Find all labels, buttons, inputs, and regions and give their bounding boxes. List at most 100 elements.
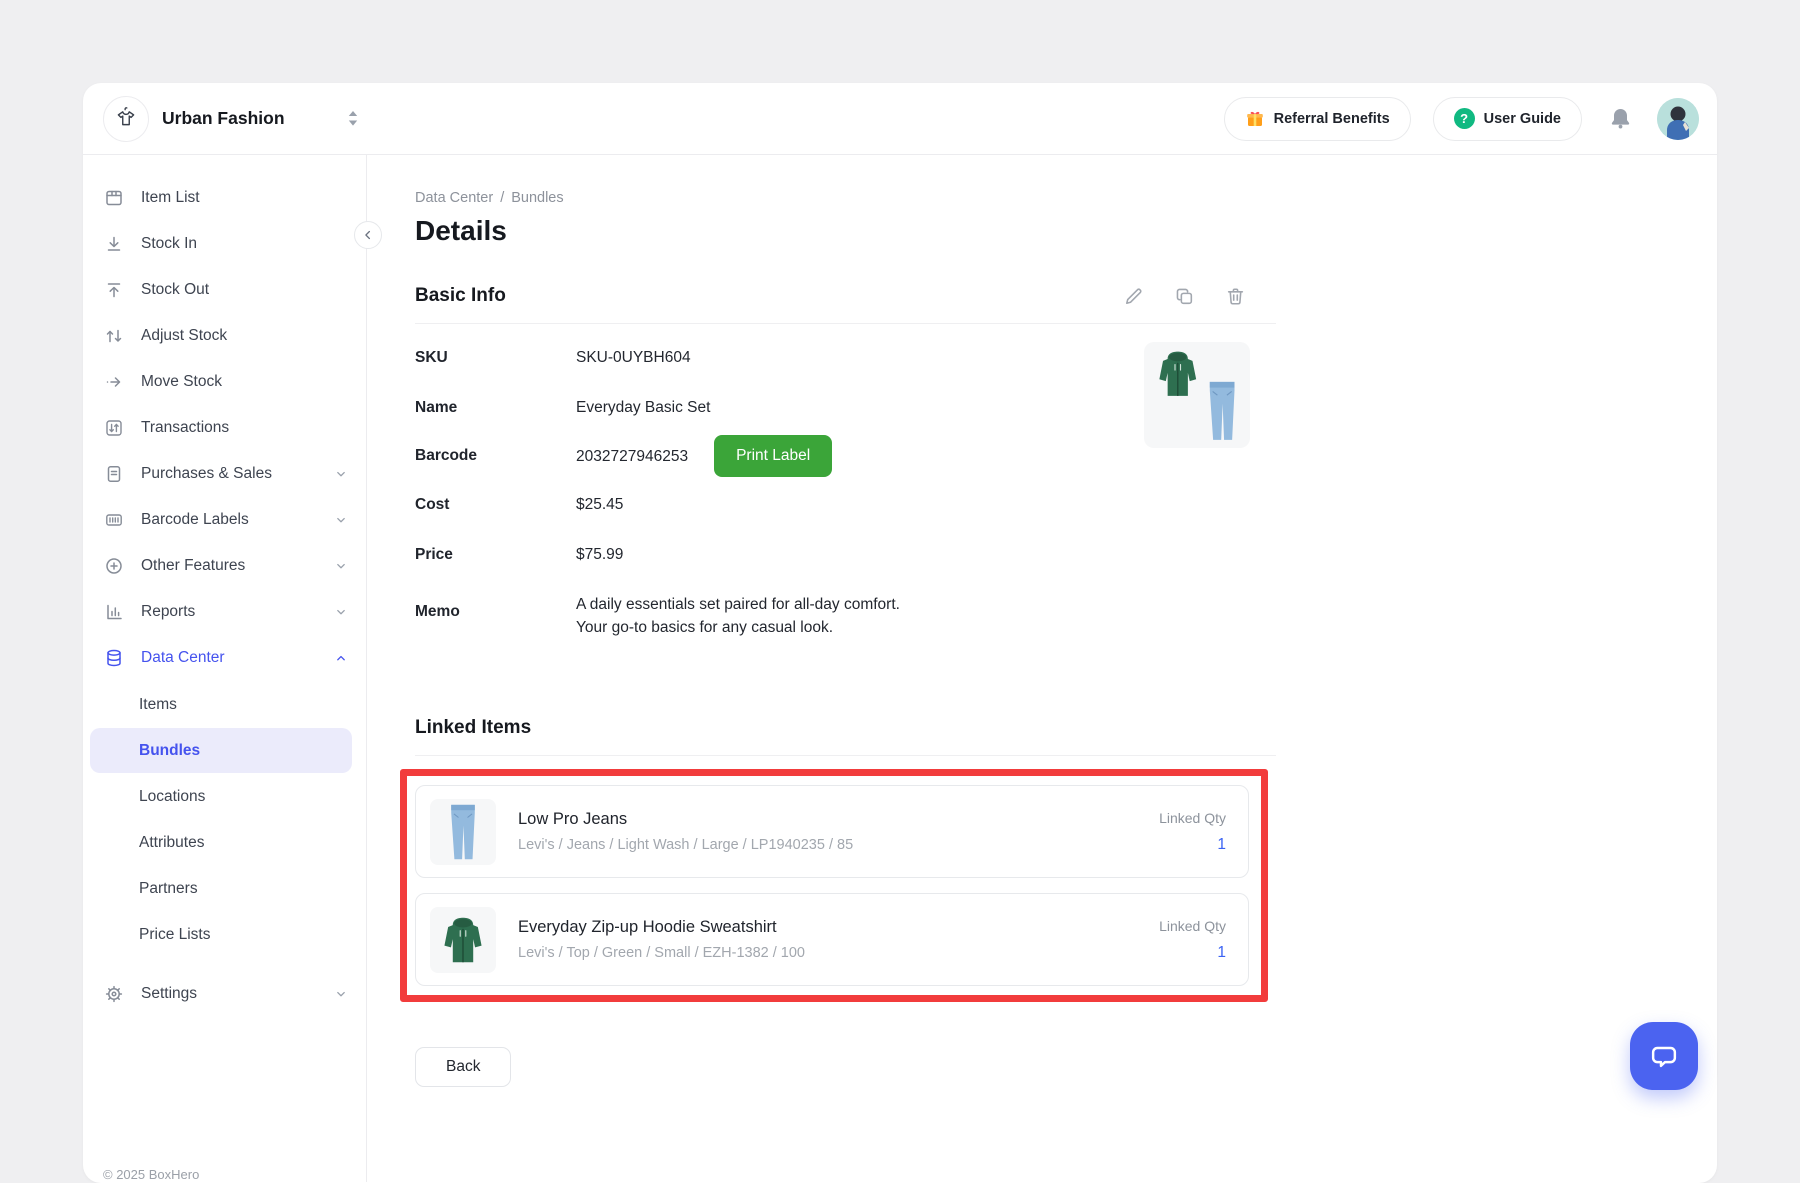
sidebar-item-item-list[interactable]: Item List bbox=[83, 175, 366, 221]
sidebar: Item List Stock In Stock Out Adjust Stoc… bbox=[83, 155, 367, 1182]
gift-icon bbox=[1245, 109, 1265, 129]
chat-launcher-button[interactable] bbox=[1630, 1022, 1698, 1090]
sidebar-item-adjust-stock[interactable]: Adjust Stock bbox=[83, 313, 366, 359]
print-label-button[interactable]: Print Label bbox=[714, 435, 832, 477]
linked-item-row[interactable]: Everyday Zip-up Hoodie Sweatshirt Levi's… bbox=[415, 893, 1249, 986]
sidebar-item-label: Move Stock bbox=[141, 373, 222, 391]
sidebar-item-label: Item List bbox=[141, 189, 200, 207]
sidebar-subitem-locations[interactable]: Locations bbox=[90, 774, 352, 819]
sidebar-item-purchases-sales[interactable]: Purchases & Sales bbox=[83, 451, 366, 497]
sidebar-collapse-button[interactable] bbox=[354, 221, 382, 249]
user-guide-label: User Guide bbox=[1484, 111, 1561, 127]
sidebar-subitem-label: Bundles bbox=[139, 742, 200, 760]
breadcrumb-data-center[interactable]: Data Center bbox=[415, 190, 493, 206]
sidebar-item-barcode-labels[interactable]: Barcode Labels bbox=[83, 497, 366, 543]
section-divider bbox=[415, 755, 1276, 756]
chevron-down-icon bbox=[333, 986, 349, 1002]
arrow-up-from-line-icon bbox=[104, 280, 124, 300]
sidebar-subitem-price-lists[interactable]: Price Lists bbox=[90, 912, 352, 957]
chevron-down-icon bbox=[333, 466, 349, 482]
linked-qty-value: 1 bbox=[1159, 944, 1226, 962]
sidebar-item-reports[interactable]: Reports bbox=[83, 589, 366, 635]
sidebar-subitem-bundles[interactable]: Bundles bbox=[90, 728, 352, 773]
chat-bubble-icon bbox=[1647, 1039, 1681, 1073]
main-content: Data Center / Bundles Details Basic Info bbox=[367, 155, 1276, 1182]
memo-line-2: Your go-to basics for any casual look. bbox=[576, 619, 833, 636]
topbar: Urban Fashion Referral Benefi bbox=[83, 83, 1717, 155]
bar-chart-icon bbox=[104, 602, 124, 622]
sidebar-item-label: Settings bbox=[141, 985, 197, 1003]
sidebar-subitem-items[interactable]: Items bbox=[90, 682, 352, 727]
avatar[interactable] bbox=[1657, 98, 1699, 140]
chevron-down-icon bbox=[333, 558, 349, 574]
sku-label: SKU bbox=[415, 349, 576, 367]
plus-circle-icon bbox=[104, 556, 124, 576]
user-guide-button[interactable]: ? User Guide bbox=[1433, 97, 1582, 141]
sidebar-subitem-label: Price Lists bbox=[139, 926, 211, 944]
workspace-switcher[interactable]: Urban Fashion bbox=[103, 96, 359, 142]
edit-pencil-icon[interactable] bbox=[1123, 286, 1144, 307]
topbar-actions: Referral Benefits ? User Guide bbox=[1224, 97, 1699, 141]
cost-value: $25.45 bbox=[576, 493, 623, 516]
referral-benefits-label: Referral Benefits bbox=[1274, 111, 1390, 127]
linked-item-attributes: Levi's / Jeans / Light Wash / Large / LP… bbox=[518, 837, 853, 853]
sidebar-item-label: Other Features bbox=[141, 557, 245, 575]
workspace-name: Urban Fashion bbox=[162, 108, 285, 129]
barcode-label: Barcode bbox=[415, 447, 576, 465]
referral-benefits-button[interactable]: Referral Benefits bbox=[1224, 97, 1411, 141]
linked-qty-value: 1 bbox=[1159, 836, 1226, 854]
linked-item-row[interactable]: Low Pro Jeans Levi's / Jeans / Light Was… bbox=[415, 785, 1249, 878]
workspace-switch-arrows-icon bbox=[347, 110, 359, 127]
sidebar-item-other-features[interactable]: Other Features bbox=[83, 543, 366, 589]
sidebar-item-stock-in[interactable]: Stock In bbox=[83, 221, 366, 267]
barcode-icon bbox=[104, 510, 124, 530]
hoodie-product-image bbox=[430, 907, 496, 973]
arrows-up-down-icon bbox=[104, 326, 124, 346]
price-label: Price bbox=[415, 546, 576, 564]
delete-trash-icon[interactable] bbox=[1225, 286, 1246, 307]
sidebar-subitem-partners[interactable]: Partners bbox=[90, 866, 352, 911]
sidebar-item-data-center[interactable]: Data Center bbox=[83, 635, 366, 681]
linked-qty-label: Linked Qty bbox=[1159, 918, 1226, 934]
sidebar-item-settings[interactable]: Settings bbox=[83, 971, 366, 1017]
notifications-bell-icon[interactable] bbox=[1608, 106, 1633, 131]
box-icon bbox=[104, 188, 124, 208]
linked-qty-label: Linked Qty bbox=[1159, 810, 1226, 826]
memo-line-1: A daily essentials set paired for all-da… bbox=[576, 596, 900, 613]
workspace-logo-icon bbox=[103, 96, 149, 142]
chevron-up-icon bbox=[333, 650, 349, 666]
linked-items-heading: Linked Items bbox=[415, 717, 531, 739]
copyright-text: © 2025 BoxHero bbox=[103, 1167, 199, 1182]
linked-item-name: Low Pro Jeans bbox=[518, 810, 853, 829]
memo-value: A daily essentials set paired for all-da… bbox=[576, 593, 900, 639]
arrow-down-to-line-icon bbox=[104, 234, 124, 254]
sidebar-item-label: Reports bbox=[141, 603, 195, 621]
cost-label: Cost bbox=[415, 496, 576, 514]
sidebar-subitem-attributes[interactable]: Attributes bbox=[90, 820, 352, 865]
back-button[interactable]: Back bbox=[415, 1047, 511, 1087]
sidebar-item-move-stock[interactable]: Move Stock bbox=[83, 359, 366, 405]
duplicate-copy-icon[interactable] bbox=[1174, 286, 1195, 307]
transactions-icon bbox=[104, 418, 124, 438]
price-value: $75.99 bbox=[576, 543, 623, 566]
sidebar-item-transactions[interactable]: Transactions bbox=[83, 405, 366, 451]
memo-label: Memo bbox=[415, 593, 576, 621]
sidebar-item-label: Purchases & Sales bbox=[141, 465, 272, 483]
sidebar-subitem-label: Locations bbox=[139, 788, 205, 806]
barcode-value: 2032727946253 bbox=[576, 445, 688, 468]
sidebar-item-stock-out[interactable]: Stock Out bbox=[83, 267, 366, 313]
sku-value: SKU-0UYBH604 bbox=[576, 346, 691, 369]
sidebar-item-label: Stock In bbox=[141, 235, 197, 253]
bundle-product-image bbox=[1144, 342, 1250, 448]
sidebar-subitem-label: Items bbox=[139, 696, 177, 714]
sidebar-item-label: Adjust Stock bbox=[141, 327, 227, 345]
breadcrumb-bundles[interactable]: Bundles bbox=[511, 190, 563, 206]
chevron-down-icon bbox=[333, 604, 349, 620]
document-icon bbox=[104, 464, 124, 484]
sidebar-subitem-label: Partners bbox=[139, 880, 198, 898]
basic-info-fields: SKU SKU-0UYBH604 Name Everyday Basic Set… bbox=[415, 346, 1276, 639]
app-window: Urban Fashion Referral Benefi bbox=[83, 83, 1717, 1183]
section-divider bbox=[415, 323, 1276, 324]
basic-info-heading: Basic Info bbox=[415, 285, 506, 307]
annotation-highlight-box: Low Pro Jeans Levi's / Jeans / Light Was… bbox=[400, 769, 1268, 1002]
